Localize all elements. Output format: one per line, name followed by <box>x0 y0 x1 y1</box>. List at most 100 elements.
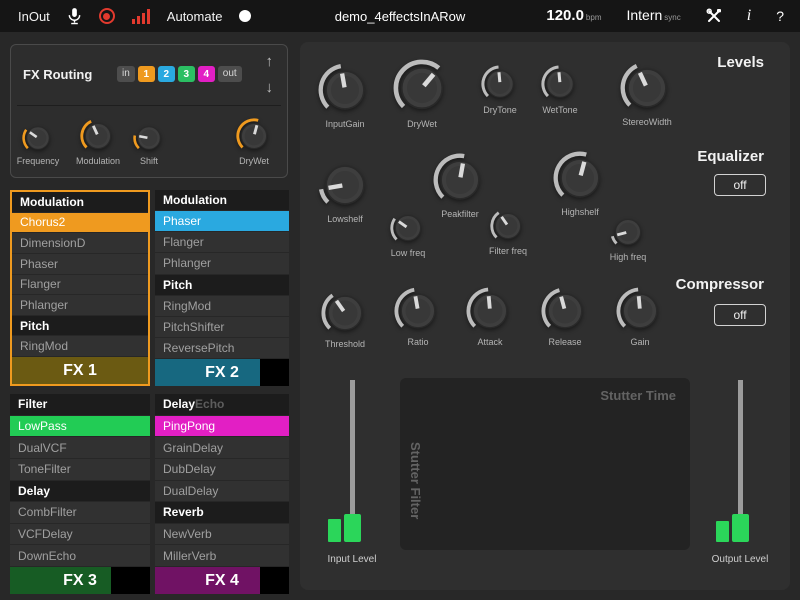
knob-release[interactable]: Release <box>528 287 602 347</box>
routing-slot-1-button[interactable]: 1 <box>138 66 155 82</box>
knob-svg <box>481 65 519 103</box>
fx-item-label: Phlanger <box>20 298 68 312</box>
fx-list-item[interactable]: DelayEcho <box>155 394 289 416</box>
automate-indicator-icon[interactable] <box>239 10 251 22</box>
input-slider-handle[interactable] <box>344 514 361 542</box>
automate-button[interactable]: Automate <box>167 9 223 24</box>
knob-shift[interactable]: Shift <box>117 122 181 166</box>
fx-list-item[interactable]: Pitch <box>155 275 289 296</box>
routing-out-button[interactable]: out <box>218 66 242 82</box>
compressor-off-button[interactable]: off <box>714 304 766 326</box>
signal-bars-icon[interactable] <box>132 8 150 24</box>
fx-list-item[interactable]: Modulation <box>155 190 289 211</box>
record-dot-icon <box>103 13 110 20</box>
fx-item-label: ToneFilter <box>18 462 71 476</box>
output-slider-handle[interactable] <box>732 514 749 542</box>
knob-face <box>89 127 108 146</box>
knob-gain[interactable]: Gain <box>603 287 677 347</box>
knob-drywet[interactable]: DryWet <box>385 59 459 129</box>
output-level-slider[interactable]: Output Level <box>708 380 772 565</box>
tools-icon[interactable] <box>706 8 722 24</box>
fx-list-item[interactable]: DownEcho <box>10 545 150 567</box>
knob-svg <box>541 65 579 103</box>
knob-wettone[interactable]: WetTone <box>523 65 597 115</box>
fx-list-item[interactable]: Flanger <box>12 275 148 296</box>
fx-list-item[interactable]: RingMod <box>155 296 289 317</box>
stutter-xy-pad[interactable]: Stutter Time Stutter Filter <box>400 378 690 550</box>
fx-list-item[interactable]: DualDelay <box>155 481 289 503</box>
knob-stereowidth[interactable]: StereoWidth <box>610 61 684 127</box>
fx-list-item[interactable]: RingMod <box>12 336 148 357</box>
fx-list-item[interactable]: NewVerb <box>155 524 289 546</box>
knob-label: Lowshelf <box>327 214 363 224</box>
fx-item-label: Pitch <box>20 319 49 333</box>
fx-list-item[interactable]: Modulation <box>12 192 148 213</box>
record-button[interactable] <box>99 8 115 24</box>
knob-svg <box>318 63 372 117</box>
knob-threshold[interactable]: Threshold <box>308 289 382 349</box>
fx-list-item[interactable]: GrainDelay <box>155 437 289 459</box>
bpm-display[interactable]: 120.0bpm <box>546 7 601 25</box>
fx-list-item[interactable]: PingPong <box>155 416 289 438</box>
fx-list-item[interactable]: Reverb <box>155 502 289 524</box>
fx-list-item[interactable]: Filter <box>10 394 150 416</box>
fx-list-item[interactable]: Phlanger <box>12 295 148 316</box>
knob-svg <box>133 122 165 154</box>
fx-list-item[interactable]: DimensionD <box>12 233 148 254</box>
fx4-footer-button[interactable]: FX 4 <box>155 567 289 594</box>
fx-list-item[interactable]: DubDelay <box>155 459 289 481</box>
knob-attack[interactable]: Attack <box>453 287 527 347</box>
inout-button[interactable]: InOut <box>18 9 50 24</box>
fx-list-item[interactable]: Phaser <box>12 254 148 275</box>
knob-svg <box>394 287 442 335</box>
fx-item-label: Delay <box>163 397 195 411</box>
knob-highshelf[interactable]: Highshelf <box>543 151 617 217</box>
fx-item-label: Phlanger <box>163 256 211 270</box>
knob-ratio[interactable]: Ratio <box>381 287 455 347</box>
fx-list-item[interactable]: MillerVerb <box>155 545 289 567</box>
topbar-left: InOut Automate <box>0 7 251 26</box>
routing-slot-2-button[interactable]: 2 <box>158 66 175 82</box>
knob-svg <box>616 287 664 335</box>
sync-mode-button[interactable]: Internsync <box>626 7 680 25</box>
fx-list-item[interactable]: PitchShifter <box>155 317 289 338</box>
knob-label: StereoWidth <box>622 117 672 127</box>
fx2-footer-button[interactable]: FX 2 <box>155 359 289 386</box>
fx-list-item[interactable]: ReversePitch <box>155 338 289 359</box>
fx-list-item[interactable]: ToneFilter <box>10 459 150 481</box>
knob-inputgain[interactable]: InputGain <box>308 63 382 129</box>
fx-list-item[interactable]: Phaser <box>155 211 289 232</box>
fx-list-item[interactable]: VCFDelay <box>10 524 150 546</box>
equalizer-off-button[interactable]: off <box>714 174 766 196</box>
fx-list-item[interactable]: LowPass <box>10 416 150 438</box>
routing-up-arrow-button[interactable]: ↑ <box>266 49 274 75</box>
fx-list-item[interactable]: DualVCF <box>10 437 150 459</box>
fx3-footer-button[interactable]: FX 3 <box>10 567 150 594</box>
fx-list-item[interactable]: Chorus2 <box>12 213 148 234</box>
routing-slot-4-button[interactable]: 4 <box>198 66 215 82</box>
mic-icon[interactable] <box>67 7 82 26</box>
fx-list-item[interactable]: Pitch <box>12 316 148 337</box>
knob-routing-drywet[interactable]: DryWet <box>222 118 286 166</box>
fx-list-item[interactable]: CombFilter <box>10 502 150 524</box>
fx-list-item[interactable]: Phlanger <box>155 253 289 274</box>
fx1-footer-button[interactable]: FX 1 <box>12 357 148 384</box>
routing-down-arrow-button[interactable]: ↓ <box>266 75 274 101</box>
help-button[interactable]: ? <box>776 8 784 24</box>
info-button[interactable]: i <box>747 7 751 25</box>
fx-list-item[interactable]: Flanger <box>155 232 289 253</box>
fx-list-item[interactable]: Delay <box>10 481 150 503</box>
knob-high-freq[interactable]: High freq <box>591 214 665 262</box>
knob-frequency[interactable]: Frequency <box>6 122 70 166</box>
knob-face <box>553 299 578 324</box>
bpm-value: 120.0 <box>546 7 584 24</box>
knob-filter-freq[interactable]: Filter freq <box>471 208 545 256</box>
routing-slot-3-button[interactable]: 3 <box>178 66 195 82</box>
main-effect-panel: Levels InputGain DryWet DryTone WetTone … <box>300 42 790 590</box>
knob-label: DryTone <box>483 105 517 115</box>
routing-in-button[interactable]: in <box>117 66 135 82</box>
knob-low-freq[interactable]: Low freq <box>371 210 445 258</box>
input-level-slider[interactable]: Input Level <box>320 380 384 565</box>
compressor-title: Compressor <box>676 276 764 293</box>
knob-svg <box>236 118 272 154</box>
